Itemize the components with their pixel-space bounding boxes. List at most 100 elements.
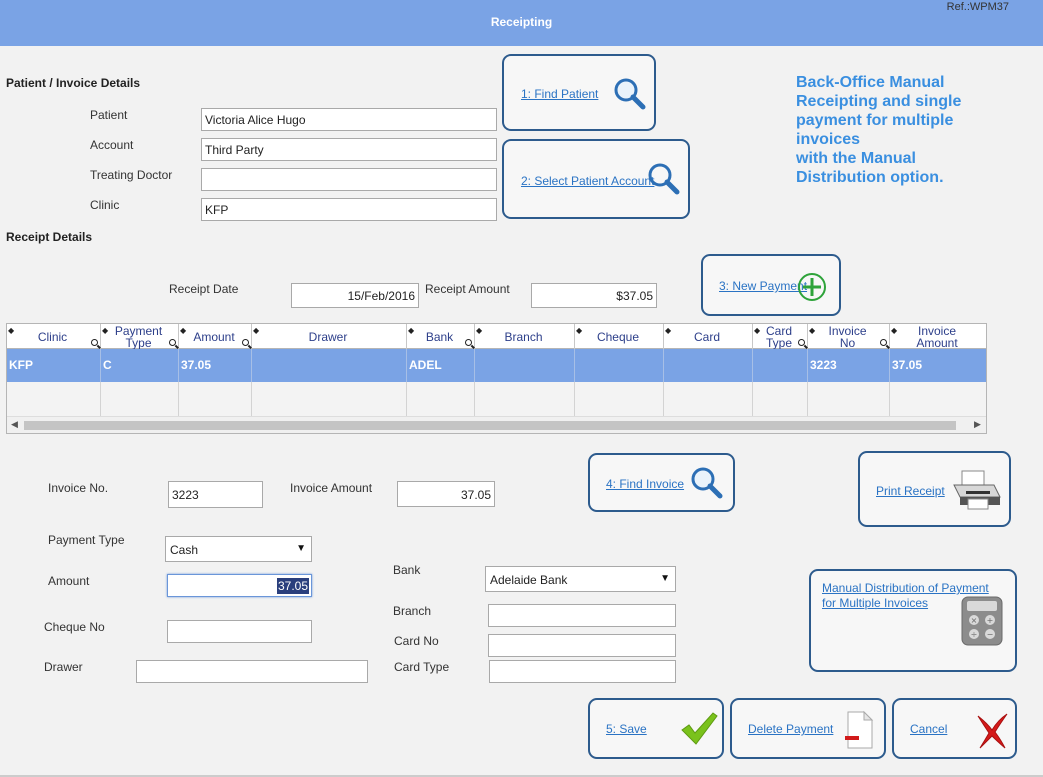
invoice-amount-field[interactable]: 37.05 <box>397 481 495 507</box>
delete-payment-link[interactable]: Delete Payment <box>748 722 833 736</box>
checkmark-icon <box>681 712 718 745</box>
close-icon <box>977 713 1008 749</box>
horizontal-scrollbar[interactable]: ◀ ▶ <box>7 416 986 433</box>
empty-cell <box>101 382 179 416</box>
calculator-icon: × + ÷ − <box>961 596 1003 646</box>
patient-section-title: Patient / Invoice Details <box>6 76 141 90</box>
manual-distribution-button[interactable]: Manual Distribution of Payment for Multi… <box>809 569 1017 672</box>
patient-label: Patient <box>90 108 128 122</box>
column-header-bank[interactable]: ◆ Bank <box>407 324 475 349</box>
filter-icon <box>798 339 805 346</box>
print-receipt-button[interactable]: Print Receipt <box>858 451 1011 527</box>
banner-line: invoices <box>796 131 861 148</box>
account-field[interactable]: Third Party <box>201 138 497 161</box>
column-header-invoice-no[interactable]: ◆ Invoice No <box>808 324 890 349</box>
select-patient-account-link[interactable]: 2: Select Patient Account <box>521 174 654 188</box>
cell-card[interactable] <box>664 349 753 382</box>
print-receipt-link[interactable]: Print Receipt <box>876 484 945 498</box>
payments-grid[interactable]: ◆ Clinic ◆ Payment Type ◆ Amount ◆ Drawer ◆ Ba… <box>6 323 987 434</box>
patient-field[interactable]: Victoria Alice Hugo <box>201 108 497 131</box>
payment-type-value: Cash <box>170 543 199 557</box>
invoice-no-label: Invoice No. <box>48 481 109 495</box>
cheque-no-label: Cheque No <box>44 620 105 634</box>
clinic-label: Clinic <box>90 198 120 212</box>
cell-payment-type[interactable]: C <box>101 349 179 382</box>
card-type-field[interactable] <box>489 660 676 683</box>
bank-select[interactable]: Adelaide Bank ▼ <box>485 566 676 592</box>
receipt-section-title: Receipt Details <box>6 230 93 244</box>
cell-bank[interactable]: ADEL <box>407 349 475 382</box>
manual-distribution-link-line2[interactable]: for Multiple Invoices <box>822 596 928 610</box>
invoice-no-field[interactable]: 3223 <box>168 481 263 508</box>
svg-text:−: − <box>987 630 994 639</box>
cell-clinic[interactable]: KFP <box>7 349 101 382</box>
receipt-amount-field[interactable]: $37.05 <box>531 283 657 308</box>
cell-amount[interactable]: 37.05 <box>179 349 252 382</box>
filter-icon <box>242 339 249 346</box>
column-header-payment-type[interactable]: ◆ Payment Type <box>101 324 179 349</box>
svg-text:÷: ÷ <box>971 630 978 639</box>
chevron-down-icon: ▼ <box>296 543 306 554</box>
find-patient-button[interactable]: 1: Find Patient <box>502 54 656 131</box>
app-header: Receipting Ref.:WPM37 <box>0 0 1043 46</box>
save-button[interactable]: 5: Save <box>588 698 724 759</box>
column-header-amount[interactable]: ◆ Amount <box>179 324 252 349</box>
scroll-thumb[interactable] <box>24 421 956 430</box>
column-header-card-type[interactable]: ◆ Card Type <box>753 324 808 349</box>
chevron-down-icon: ▼ <box>660 573 670 584</box>
column-header-branch[interactable]: ◆ Branch <box>475 324 575 349</box>
banner-line: payment for multiple <box>796 112 954 129</box>
table-row-empty[interactable] <box>7 382 986 416</box>
delete-payment-button[interactable]: Delete Payment <box>730 698 886 759</box>
banner-line: Receipting and single <box>796 93 962 110</box>
new-payment-button[interactable]: 3: New Payment <box>701 254 841 316</box>
select-patient-account-button[interactable]: 2: Select Patient Account <box>502 139 690 219</box>
empty-cell <box>664 382 753 416</box>
cheque-no-field[interactable] <box>167 620 312 643</box>
card-no-label: Card No <box>394 634 439 648</box>
branch-field[interactable] <box>488 604 676 627</box>
column-header-cheque[interactable]: ◆ Cheque <box>575 324 664 349</box>
table-row[interactable]: KFP C 37.05 ADEL 3223 37.05 <box>7 349 986 382</box>
clinic-field[interactable]: KFP <box>201 198 497 221</box>
column-header-drawer[interactable]: ◆ Drawer <box>252 324 407 349</box>
find-patient-link[interactable]: 1: Find Patient <box>521 87 598 101</box>
cell-drawer[interactable] <box>252 349 407 382</box>
feature-banner: Back-Office Manual Receipting and single… <box>796 73 1026 187</box>
cell-invoice-no[interactable]: 3223 <box>808 349 890 382</box>
cell-invoice-amount[interactable]: 37.05 <box>890 349 986 382</box>
amount-label: Amount <box>48 574 90 588</box>
reference-code: Ref.:WPM37 <box>946 1 1009 13</box>
treating-doctor-field[interactable] <box>201 168 497 191</box>
cell-card-type[interactable] <box>753 349 808 382</box>
new-payment-link[interactable]: 3: New Payment <box>719 279 807 293</box>
empty-cell <box>475 382 575 416</box>
grid-header: ◆ Clinic ◆ Payment Type ◆ Amount ◆ Drawer ◆ Ba… <box>7 324 986 349</box>
save-link[interactable]: 5: Save <box>606 722 647 736</box>
find-invoice-link[interactable]: 4: Find Invoice <box>606 477 684 491</box>
scroll-right-icon[interactable]: ▶ <box>974 419 981 430</box>
drawer-field[interactable] <box>136 660 368 683</box>
scroll-left-icon[interactable]: ◀ <box>11 419 18 430</box>
cell-cheque[interactable] <box>575 349 664 382</box>
empty-cell <box>407 382 475 416</box>
drawer-label: Drawer <box>44 660 83 674</box>
payment-type-select[interactable]: Cash ▼ <box>165 536 312 562</box>
manual-distribution-link-line1[interactable]: Manual Distribution of Payment <box>822 581 989 595</box>
delete-document-icon <box>845 710 874 749</box>
receipt-date-field[interactable]: 15/Feb/2016 <box>291 283 419 308</box>
column-header-invoice-amount[interactable]: ◆ Invoice Amount <box>890 324 986 349</box>
column-header-card[interactable]: ◆ Card <box>664 324 753 349</box>
account-label: Account <box>90 138 134 152</box>
cancel-button[interactable]: Cancel <box>892 698 1017 759</box>
column-header-clinic[interactable]: ◆ Clinic <box>7 324 101 349</box>
bank-value: Adelaide Bank <box>490 573 568 587</box>
bank-label: Bank <box>393 563 421 577</box>
find-invoice-button[interactable]: 4: Find Invoice <box>588 453 735 512</box>
amount-field[interactable]: 37.05 <box>167 574 312 597</box>
cancel-link[interactable]: Cancel <box>910 722 947 736</box>
printer-icon <box>953 470 1001 510</box>
card-no-field[interactable] <box>488 634 676 657</box>
payment-type-label: Payment Type <box>48 533 125 547</box>
cell-branch[interactable] <box>475 349 575 382</box>
